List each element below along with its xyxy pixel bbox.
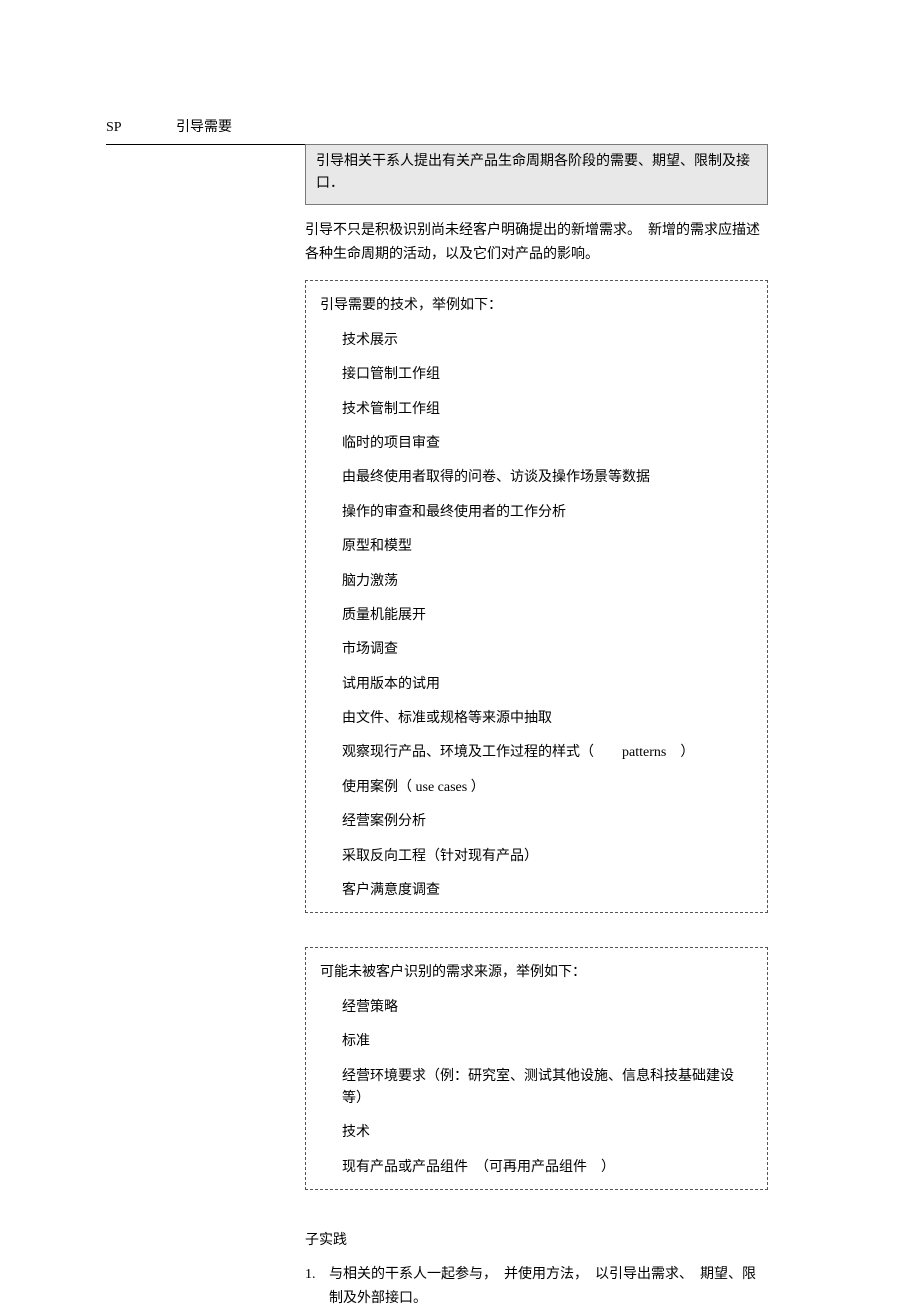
shaded-summary-box: 引导相关干系人提出有关产品生命周期各阶段的需要、期望、限制及接口． bbox=[305, 144, 768, 205]
list-item: 观察现行产品、环境及工作过程的样式（ patterns ） bbox=[342, 742, 753, 764]
list-item: 经营案例分析 bbox=[342, 811, 753, 833]
list-item: 原型和模型 bbox=[342, 536, 753, 558]
list-item: 由最终使用者取得的问卷、访谈及操作场景等数据 bbox=[342, 467, 753, 489]
list-item: 由文件、标准或规格等来源中抽取 bbox=[342, 708, 753, 730]
sp-title: 引导需要 bbox=[176, 115, 232, 138]
list-item: 质量机能展开 bbox=[342, 605, 753, 627]
list-item: 脑力激荡 bbox=[342, 571, 753, 593]
spacer bbox=[305, 913, 768, 947]
techniques-list: 技术展示 接口管制工作组 技术管制工作组 临时的项目审查 由最终使用者取得的问卷… bbox=[320, 330, 753, 903]
list-item: 经营环境要求（例：研究室、测试其他设施、信息科技基础建设等） bbox=[342, 1066, 753, 1111]
sources-box-title: 可能未被客户识别的需求来源，举例如下： bbox=[320, 962, 753, 984]
sources-box: 可能未被客户识别的需求来源，举例如下： 经营策略 标准 经营环境要求（例：研究室… bbox=[305, 947, 768, 1190]
list-item: 使用案例（ use cases ） bbox=[342, 777, 753, 799]
numbered-text: 与相关的干系人一起参与， 并使用方法， 以引导出需求、 期望、限制及外部接口。 bbox=[329, 1263, 768, 1311]
content-column: 引导相关干系人提出有关产品生命周期各阶段的需要、期望、限制及接口． 引导不只是积… bbox=[305, 144, 768, 1311]
list-item: 技术管制工作组 bbox=[342, 399, 753, 421]
list-item: 采取反向工程（针对现有产品） bbox=[342, 846, 753, 868]
list-item: 试用版本的试用 bbox=[342, 674, 753, 696]
document-page: SP 引导需要 引导相关干系人提出有关产品生命周期各阶段的需要、期望、限制及接口… bbox=[0, 0, 920, 1303]
techniques-box: 引导需要的技术，举例如下： 技术展示 接口管制工作组 技术管制工作组 临时的项目… bbox=[305, 280, 768, 913]
sources-list: 经营策略 标准 经营环境要求（例：研究室、测试其他设施、信息科技基础建设等） 技… bbox=[320, 997, 753, 1179]
list-item: 市场调查 bbox=[342, 639, 753, 661]
list-item: 经营策略 bbox=[342, 997, 753, 1019]
list-item: 接口管制工作组 bbox=[342, 364, 753, 386]
list-item: 标准 bbox=[342, 1031, 753, 1053]
list-item: 技术展示 bbox=[342, 330, 753, 352]
sp-header-row: SP 引导需要 bbox=[106, 115, 767, 138]
list-item: 临时的项目审查 bbox=[342, 433, 753, 455]
list-item: 现有产品或产品组件 （可再用产品组件 ） bbox=[342, 1157, 753, 1179]
list-item: 操作的审查和最终使用者的工作分析 bbox=[342, 502, 753, 524]
techniques-box-title: 引导需要的技术，举例如下： bbox=[320, 295, 753, 317]
numbered-index: 1. bbox=[305, 1263, 329, 1311]
list-item: 客户满意度调查 bbox=[342, 880, 753, 902]
sub-practice-heading: 子实践 bbox=[305, 1230, 768, 1251]
sp-label: SP bbox=[106, 115, 176, 138]
list-item: 技术 bbox=[342, 1122, 753, 1144]
numbered-item: 1. 与相关的干系人一起参与， 并使用方法， 以引导出需求、 期望、限制及外部接… bbox=[305, 1263, 768, 1311]
intro-paragraph: 引导不只是积极识别尚未经客户明确提出的新增需求。 新增的需求应描述各种生命周期的… bbox=[305, 219, 768, 267]
